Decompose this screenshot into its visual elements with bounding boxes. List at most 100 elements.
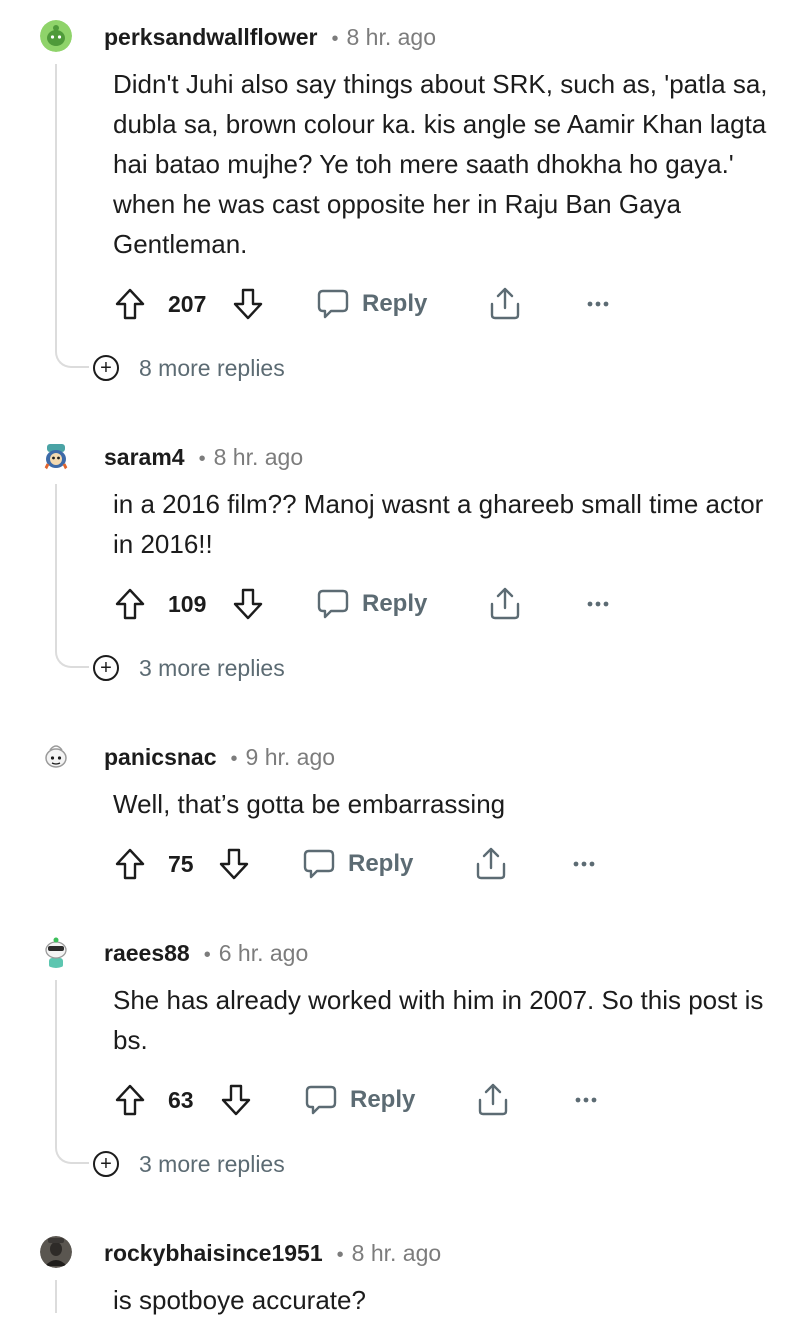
reply-button[interactable]: Reply [316,584,427,624]
score-value: 207 [168,290,207,317]
expand-plus-icon: + [93,655,119,681]
more-replies-label: 8 more replies [139,354,285,381]
overflow-menu-button[interactable] [572,844,596,884]
avatar[interactable] [40,740,72,772]
comment-body: in a 2016 film?? Manoj wasnt a ghareeb s… [113,489,764,559]
more-replies-link[interactable]: + 3 more replies [93,652,285,684]
comment-body: She has already worked with him in 2007.… [113,985,764,1055]
reply-label: Reply [348,850,414,877]
username[interactable]: panicsnac [104,744,217,770]
upvote-button[interactable] [114,844,146,884]
arrow-down-outline-icon [233,288,263,320]
downvote-button[interactable] [220,1080,252,1120]
vote-score: 207 [168,284,206,324]
vote-score: 75 [168,844,194,884]
expand-plus-icon: + [93,1151,119,1177]
share-button[interactable] [488,284,522,324]
downvote-button[interactable] [232,284,264,324]
reply-button[interactable]: Reply [316,284,427,324]
comment-body: Didn't Juhi also say things about SRK, s… [113,69,768,259]
ellipsis-icon [587,601,609,607]
username[interactable]: perksandwallflower [104,24,317,50]
share-upload-icon [476,847,506,880]
ellipsis-icon [573,861,595,867]
vote-score: 109 [168,584,206,624]
upvote-button[interactable] [114,584,146,624]
timestamp: 8 hr. ago [213,444,304,470]
user-photo-avatar-icon [40,1236,72,1268]
reply-label: Reply [362,290,428,317]
reply-button[interactable]: Reply [304,1080,415,1120]
more-replies-link[interactable]: + 3 more replies [93,1148,285,1180]
thread-branch [55,650,89,668]
reply-button[interactable]: Reply [302,844,413,884]
username[interactable]: raees88 [104,940,190,966]
username[interactable]: saram4 [104,444,185,470]
share-button[interactable] [474,844,508,884]
meta-separator: • [336,1244,344,1266]
comment-meta: raees88 • 6 hr. ago [104,938,308,968]
share-button[interactable] [488,584,522,624]
speech-bubble-icon [305,1085,337,1115]
overflow-menu-button[interactable] [586,284,610,324]
arrow-down-outline-icon [233,588,263,620]
arrow-up-outline-icon [115,848,145,880]
comment-body: is spotboye accurate? [113,1285,366,1315]
avatar[interactable] [40,1236,72,1268]
downvote-button[interactable] [232,584,264,624]
meta-separator: • [203,944,211,966]
meta-separator: • [331,28,339,50]
arrow-down-outline-icon [219,848,249,880]
share-button[interactable] [476,1080,510,1120]
arrow-down-outline-icon [221,1084,251,1116]
timestamp: 8 hr. ago [346,24,437,50]
meta-separator: • [198,448,206,470]
thread-branch [55,350,89,368]
snoo-avatar-icon [40,936,72,968]
ellipsis-icon [575,1097,597,1103]
meta-separator: • [230,748,238,770]
arrow-up-outline-icon [115,1084,145,1116]
overflow-menu-button[interactable] [586,584,610,624]
thread-line [55,1280,57,1313]
expand-plus-icon: + [93,355,119,381]
more-replies-link[interactable]: + 8 more replies [93,352,285,384]
arrow-up-outline-icon [115,288,145,320]
overflow-menu-button[interactable] [574,1080,598,1120]
speech-bubble-icon [317,589,349,619]
arrow-up-outline-icon [115,588,145,620]
comment-meta: saram4 • 8 hr. ago [104,442,303,472]
score-value: 63 [168,1086,194,1113]
share-upload-icon [478,1083,508,1116]
snoo-avatar-icon [40,20,72,52]
avatar[interactable] [40,936,72,968]
more-replies-label: 3 more replies [139,654,285,681]
comment-meta: rockybhaisince1951 • 8 hr. ago [104,1238,441,1268]
share-upload-icon [490,587,520,620]
thread-line [55,484,57,650]
vote-score: 63 [168,1080,194,1120]
score-value: 75 [168,850,194,877]
comment-meta: perksandwallflower • 8 hr. ago [104,22,436,52]
speech-bubble-icon [317,289,349,319]
upvote-button[interactable] [114,1080,146,1120]
thread-line [55,64,57,350]
more-replies-label: 3 more replies [139,1150,285,1177]
thread-line [55,980,57,1146]
avatar[interactable] [40,20,72,52]
upvote-button[interactable] [114,284,146,324]
timestamp: 8 hr. ago [351,1240,442,1266]
reply-label: Reply [350,1086,416,1113]
downvote-button[interactable] [218,844,250,884]
comment-body: Well, that’s gotta be embarrassing [113,789,506,819]
snoo-avatar-icon [40,440,72,472]
comment-meta: panicsnac • 9 hr. ago [104,742,335,772]
snoo-avatar-icon [40,740,72,772]
score-value: 109 [168,590,207,617]
thread-branch [55,1146,89,1164]
avatar[interactable] [40,440,72,472]
share-upload-icon [490,287,520,320]
timestamp: 9 hr. ago [245,744,336,770]
username[interactable]: rockybhaisince1951 [104,1240,323,1266]
speech-bubble-icon [303,849,335,879]
